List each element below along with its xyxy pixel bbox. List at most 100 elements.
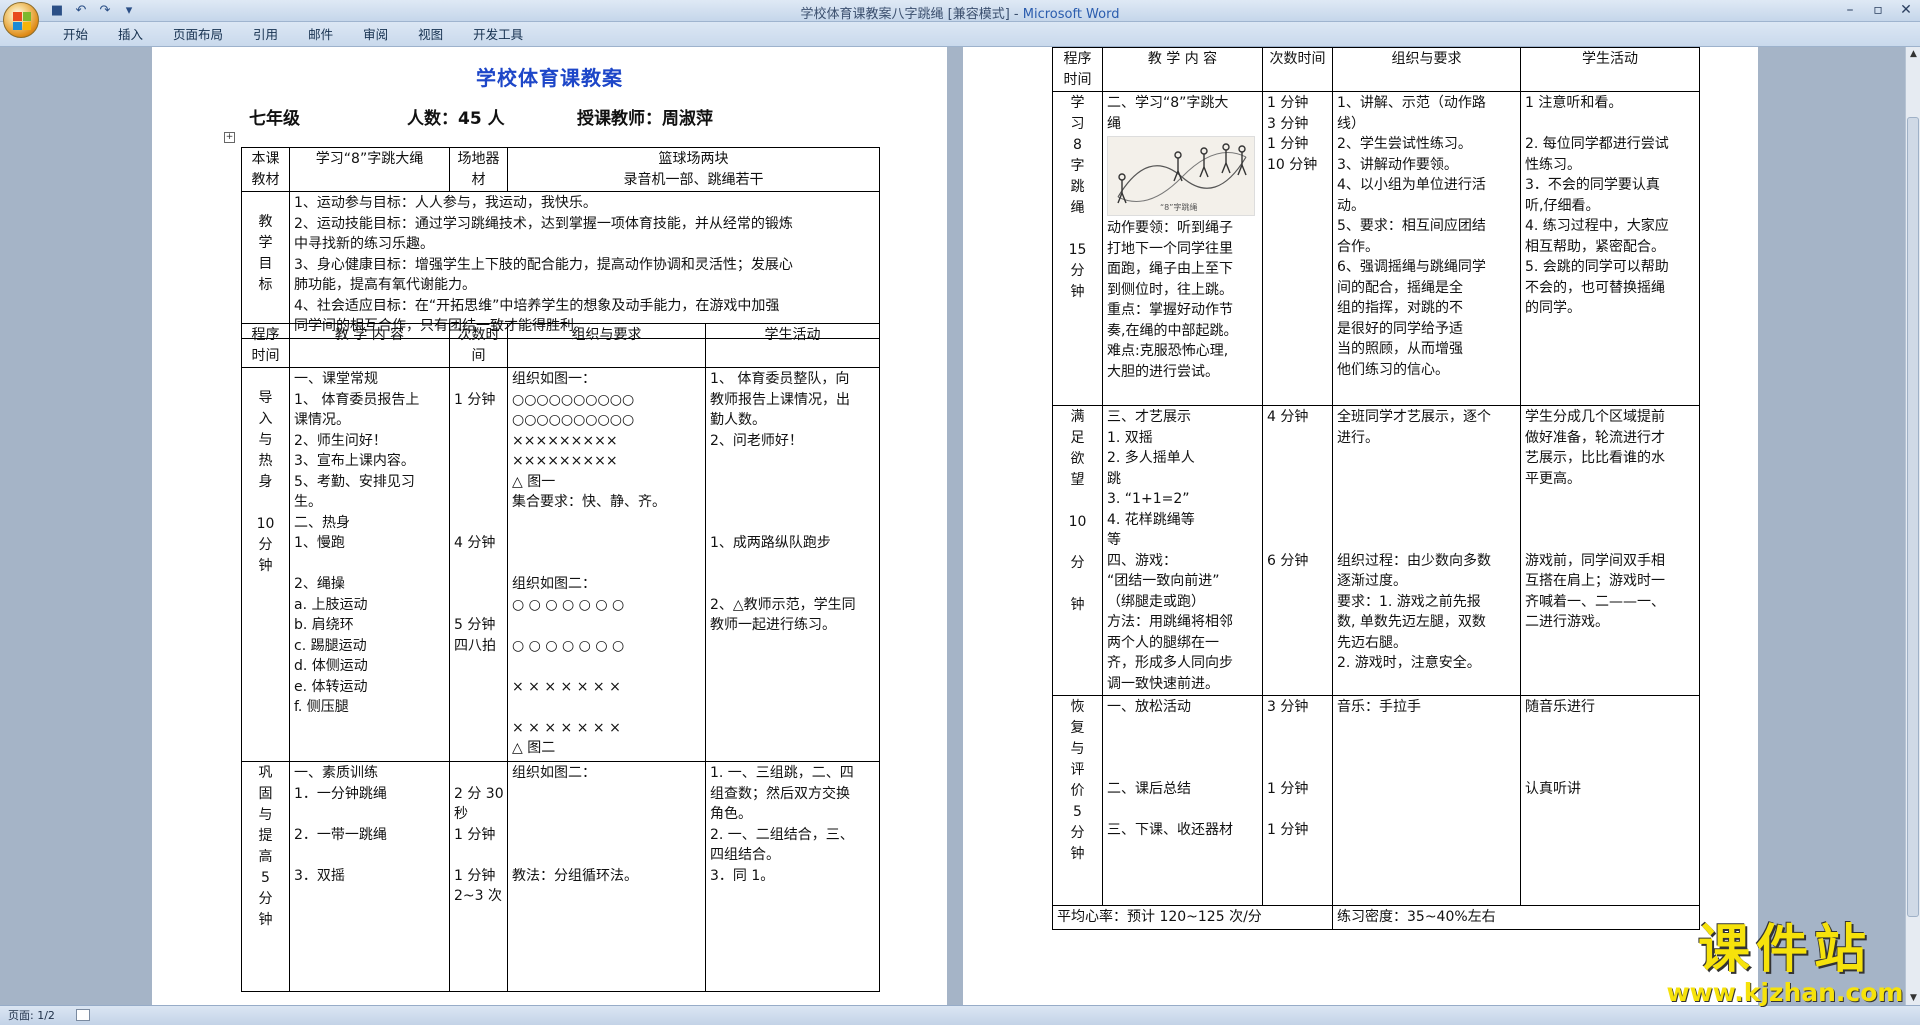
text-line: 1 分钟 xyxy=(1267,95,1309,111)
minimize-icon[interactable]: – xyxy=(1836,0,1864,21)
table-move-handle-icon[interactable]: + xyxy=(224,132,235,143)
text-line xyxy=(294,804,445,825)
text-line xyxy=(1107,800,1258,821)
text-line: 价 xyxy=(1070,783,1085,799)
text-line xyxy=(454,410,503,431)
text-line xyxy=(710,554,875,575)
scroll-thumb[interactable] xyxy=(1907,117,1919,917)
text-line xyxy=(1267,510,1328,531)
text-line xyxy=(1525,510,1695,531)
ribbon-tab[interactable]: 开发工具 xyxy=(458,26,538,43)
title-bar: ■ ↶ ↷ ▾ 学校体育课教案八字跳绳 [兼容模式] - Microsoft W… xyxy=(0,0,1920,22)
ribbon-tab[interactable]: 插入 xyxy=(103,26,158,43)
text-line: 相互帮助，紧密配合。 xyxy=(1525,238,1665,255)
text-line: 钟 xyxy=(1070,596,1085,613)
text-line: 3．不会的同学要认真 xyxy=(1525,177,1660,193)
text-line: 15 xyxy=(1068,241,1087,258)
app-name: Microsoft Word xyxy=(1022,7,1120,22)
ribbon-tab[interactable]: 开始 xyxy=(48,26,103,43)
ribbon-tab[interactable]: 邮件 xyxy=(293,26,348,43)
text-line: 中寻找新的练习乐趣。 xyxy=(294,236,434,252)
text-line: 不会的，也可替换摇绳 xyxy=(1525,279,1665,296)
warmup-content: 一、课堂常规 1、 体育委员报告上 课情况。 2、师生问好！ 3、宣布上课内容。 5、考勤… xyxy=(289,367,450,762)
goals-label: 教学目标 xyxy=(241,191,290,339)
text-line: ○○○○○○○○○○ xyxy=(512,412,635,428)
text-line xyxy=(1337,489,1516,510)
text-line: 2、运动技能目标：通过学习跳绳技术，达到掌握一项体育技能，并从经常的锻炼 xyxy=(294,215,793,232)
warmup-section: 导入与热身 10 分钟 一、课堂常规 1、 体育委员报告上 课情况。 2、师生问好！ 3、宣… xyxy=(241,367,880,762)
page-indicator[interactable]: 页面: 1/2 xyxy=(8,1006,55,1025)
text-line xyxy=(1107,759,1258,780)
ribbon-tab[interactable]: 视图 xyxy=(403,26,458,43)
office-button[interactable] xyxy=(3,2,39,38)
text-line: 秒 xyxy=(454,806,468,822)
text-line: 1 分钟 xyxy=(1267,822,1309,838)
text-line: 导 xyxy=(258,390,273,406)
text-line xyxy=(1267,428,1328,449)
text-line: 听,仔细看。 xyxy=(1525,197,1600,214)
text-line: 跳 xyxy=(1107,470,1121,487)
text-line: 打地下一个同学往里 xyxy=(1107,240,1233,257)
learning-content: 二、学习“8”字跳大绳 “8”字跳绳 动作要领：听到绳子 打地下一个同学往里 面… xyxy=(1102,91,1263,406)
text-line xyxy=(1057,219,1098,240)
text-line: 1、运动参与目标：人人参与，我运动，我快乐。 xyxy=(294,195,597,211)
text-line: 4 分钟 xyxy=(454,535,496,551)
scroll-up-icon[interactable]: ▲ xyxy=(1906,47,1920,61)
text-line: △ 图一 xyxy=(512,473,556,490)
scroll-down-icon[interactable]: ▼ xyxy=(1906,991,1920,1005)
text-line xyxy=(1267,489,1328,510)
text-line: 1. 双摇 xyxy=(1107,429,1153,446)
text-line xyxy=(512,825,701,846)
header-row: 程序时间教 学 内 容次数时间 组织与要求 学生活动 xyxy=(241,323,880,368)
recovery-content: 一、放松活动 二、课后总结 三、下课、收还器材 xyxy=(1102,695,1263,906)
text-line: （绑腿走或跑） xyxy=(1107,593,1205,610)
text-line xyxy=(1525,530,1695,551)
text-line: 复 xyxy=(1070,720,1085,736)
text-line: 两个人的腿绑在一 xyxy=(1107,634,1219,651)
text-line: 与 xyxy=(1070,741,1085,757)
text-line xyxy=(454,554,503,575)
text-line xyxy=(1267,800,1328,821)
text-line: 学 xyxy=(1070,95,1085,111)
text-line xyxy=(512,784,701,805)
text-line: 钟 xyxy=(258,912,273,928)
text-line: 一、课堂常规 xyxy=(294,371,378,387)
ribbon-tab[interactable]: 页面布局 xyxy=(158,26,238,43)
text-line: 3 分钟 xyxy=(1267,115,1309,132)
text-line: 5. 会跳的同学可以帮助 xyxy=(1525,259,1669,275)
text-line: ××××××××× xyxy=(512,453,618,469)
talent-label: 满足欲望 10 分钟 xyxy=(1052,405,1103,696)
text-line: 3 分钟 xyxy=(1267,699,1309,715)
text-line: 巩 xyxy=(258,765,273,781)
text-line xyxy=(710,472,875,493)
text-line: 4、社会适应目标：在“开拓思维”中培养学生的想象及动手能力，在游戏中加强 xyxy=(294,297,780,314)
text-line: 逐渐过度。 xyxy=(1337,573,1407,589)
text-line: ××××××××× xyxy=(512,432,618,449)
ribbon-tab[interactable]: 审阅 xyxy=(348,26,403,43)
recovery-label: 恢复与评价 5 分钟 xyxy=(1052,695,1103,906)
text-line: 评 xyxy=(1070,762,1085,778)
text-line: 3、宣布上课内容。 xyxy=(294,453,415,469)
maximize-icon[interactable]: ▫ xyxy=(1864,0,1892,21)
text-line: 合作。 xyxy=(1337,238,1379,255)
warmup-organization: 组织如图一： ○○○○○○○○○○ ○○○○○○○○○○ ××××××××× ×××××… xyxy=(507,367,706,762)
text-line: f. 侧压腿 xyxy=(294,699,349,715)
text-line: 3．同 1。 xyxy=(710,867,775,884)
text-line: 平更高。 xyxy=(1525,470,1581,487)
text-line xyxy=(454,492,503,513)
text-line xyxy=(1525,114,1695,135)
close-icon[interactable]: ✕ xyxy=(1892,0,1920,21)
text-line: 难点:克服恐怖心理, xyxy=(1107,343,1229,359)
talent-content: 三、才艺展示 1. 双摇 2. 多人摇单人跳 3. “1+1=2” 4. 花样跳绳等等四… xyxy=(1102,405,1263,696)
vertical-scrollbar[interactable]: ▲ ▼ xyxy=(1905,47,1920,1005)
figure-eight-rope-image: “8”字跳绳 xyxy=(1107,136,1255,216)
text-line xyxy=(1057,574,1098,595)
proofing-icon[interactable] xyxy=(76,1009,90,1021)
text-line: 1 分钟 xyxy=(454,826,496,843)
document-heading: 学校体育课教案 xyxy=(476,66,623,90)
text-line: 望 xyxy=(1070,472,1085,488)
text-line: 2、△教师示范，学生同 xyxy=(710,596,856,613)
document-page-1: 学校体育课教案 七年级 人数：45 人 授课教师：周淑萍 + 本课教材 学习“8”字… xyxy=(152,47,947,1005)
text-line xyxy=(454,451,503,472)
ribbon-tab[interactable]: 引用 xyxy=(238,26,293,43)
